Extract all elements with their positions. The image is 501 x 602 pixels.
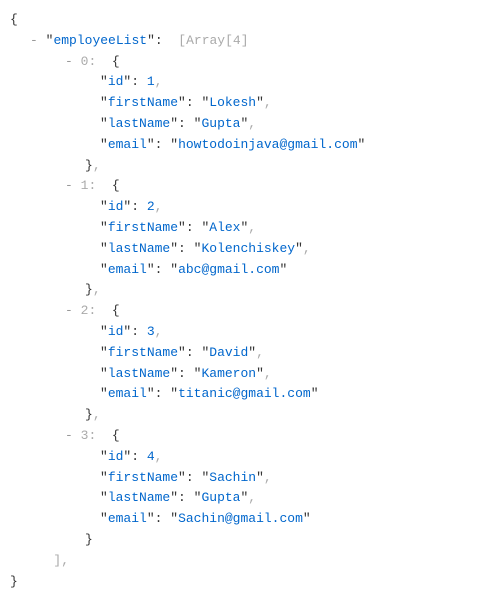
object-property-row: "email": "abc@gmail.com" xyxy=(10,260,501,281)
property-key: firstName xyxy=(108,95,178,110)
property-value: 4 xyxy=(147,449,155,464)
root-key: employeeList xyxy=(53,33,147,48)
json-viewer: { - "employeeList": [Array[4] - 0: { "id… xyxy=(10,10,501,592)
collapse-toggle-icon[interactable]: - xyxy=(65,428,73,443)
object-property-row: "firstName": "Alex", xyxy=(10,218,501,239)
property-key: firstName xyxy=(108,220,178,235)
object-property-row: "id": 1, xyxy=(10,72,501,93)
property-value: Alex xyxy=(209,220,240,235)
array-close-bracket: ], xyxy=(10,551,501,572)
property-value: David xyxy=(209,345,248,360)
object-property-row: "firstName": "David", xyxy=(10,343,501,364)
property-value: 2 xyxy=(147,199,155,214)
object-property-row: "firstName": "Lokesh", xyxy=(10,93,501,114)
collapse-toggle-icon[interactable]: - xyxy=(65,178,73,193)
object-property-row: "email": "Sachin@gmail.com" xyxy=(10,509,501,530)
array-item-header: - 1: { xyxy=(10,176,501,197)
object-property-row: "id": 3, xyxy=(10,322,501,343)
property-value: titanic@gmail.com xyxy=(178,386,311,401)
array-item-header: - 0: { xyxy=(10,52,501,73)
property-value: 1 xyxy=(147,74,155,89)
property-value: Gupta xyxy=(201,490,240,505)
property-value: Sachin@gmail.com xyxy=(178,511,303,526)
property-value: Kolenchiskey xyxy=(201,241,295,256)
collapse-toggle-icon[interactable]: - xyxy=(65,303,73,318)
object-close-brace: } xyxy=(10,530,501,551)
property-key: lastName xyxy=(108,366,170,381)
property-key: lastName xyxy=(108,116,170,131)
employee-list-key-row: - "employeeList": [Array[4] xyxy=(10,31,501,52)
object-property-row: "firstName": "Sachin", xyxy=(10,468,501,489)
array-meta: Array[4] xyxy=(186,33,248,48)
property-key: id xyxy=(108,449,124,464)
root-close-brace: } xyxy=(10,572,501,593)
object-property-row: "id": 2, xyxy=(10,197,501,218)
property-value: Sachin xyxy=(209,470,256,485)
property-key: id xyxy=(108,324,124,339)
object-property-row: "lastName": "Gupta", xyxy=(10,488,501,509)
property-key: id xyxy=(108,199,124,214)
object-property-row: "id": 4, xyxy=(10,447,501,468)
array-item-header: - 3: { xyxy=(10,426,501,447)
property-key: email xyxy=(108,386,147,401)
object-close-brace: }, xyxy=(10,405,501,426)
root-open-brace: { xyxy=(10,10,501,31)
property-value: Gupta xyxy=(201,116,240,131)
collapse-toggle-icon[interactable]: - xyxy=(65,54,73,69)
property-key: firstName xyxy=(108,470,178,485)
object-property-row: "email": "howtodoinjava@gmail.com" xyxy=(10,135,501,156)
property-key: email xyxy=(108,137,147,152)
property-key: id xyxy=(108,74,124,89)
object-property-row: "email": "titanic@gmail.com" xyxy=(10,384,501,405)
property-value: Lokesh xyxy=(209,95,256,110)
object-property-row: "lastName": "Kolenchiskey", xyxy=(10,239,501,260)
property-value: abc@gmail.com xyxy=(178,262,279,277)
array-item-header: - 2: { xyxy=(10,301,501,322)
object-property-row: "lastName": "Gupta", xyxy=(10,114,501,135)
property-key: lastName xyxy=(108,490,170,505)
property-key: email xyxy=(108,511,147,526)
property-key: email xyxy=(108,262,147,277)
object-close-brace: }, xyxy=(10,280,501,301)
property-key: lastName xyxy=(108,241,170,256)
object-close-brace: }, xyxy=(10,156,501,177)
object-property-row: "lastName": "Kameron", xyxy=(10,364,501,385)
property-value: Kameron xyxy=(201,366,256,381)
property-key: firstName xyxy=(108,345,178,360)
property-value: 3 xyxy=(147,324,155,339)
property-value: howtodoinjava@gmail.com xyxy=(178,137,357,152)
collapse-toggle-icon[interactable]: - xyxy=(30,33,38,48)
